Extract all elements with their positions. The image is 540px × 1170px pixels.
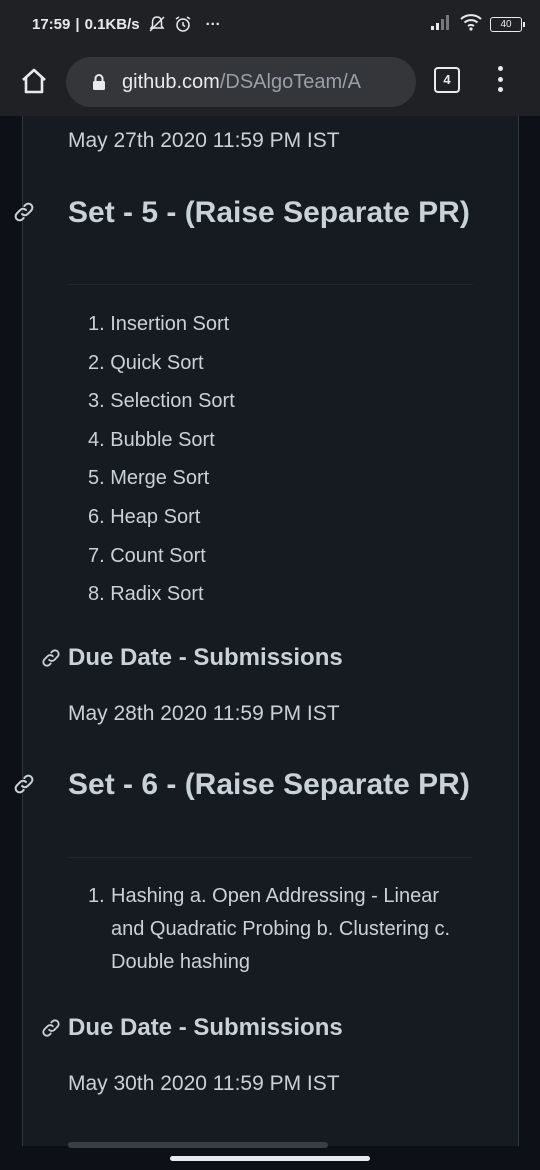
more-vert-icon[interactable] xyxy=(494,66,506,92)
link-icon[interactable] xyxy=(14,194,64,235)
gesture-bar[interactable] xyxy=(170,1156,370,1161)
link-icon[interactable] xyxy=(40,1017,62,1039)
list-item-number: 1. xyxy=(88,885,105,907)
network-speed: 0.1KB/s xyxy=(84,15,140,33)
set6-heading: Set - 6 - (Raise Separate PR) xyxy=(14,764,480,807)
home-icon[interactable] xyxy=(18,65,50,97)
list-item: 1. Insertion Sort xyxy=(88,313,230,335)
status-bar: 17:59 | 0.1KB/s ··· 40 xyxy=(0,0,540,48)
address-bar[interactable]: github.com/DSAlgoTeam/A xyxy=(66,57,416,107)
set6-heading-text: Set - 6 - (Raise Separate PR) xyxy=(68,768,470,801)
due-date-text: May 30th 2020 11:59 PM IST xyxy=(68,1072,340,1095)
url-host: github.com xyxy=(122,70,220,93)
list-item: 8. Radix Sort xyxy=(88,583,204,606)
url-path: /DSAlgoTeam/A xyxy=(219,70,362,93)
set6-list-item: 1. Hashing a. Open Addressing - Linear a… xyxy=(88,880,473,979)
due-date-text: May 27th 2020 11:59 PM IST xyxy=(68,129,340,152)
due-date-heading: Due Date - Submissions xyxy=(40,1014,343,1042)
tab-switcher-button[interactable]: 4 xyxy=(434,67,460,93)
battery-icon: 40 xyxy=(490,16,525,32)
list-item: 2. Quick Sort xyxy=(88,351,204,374)
signal-icon xyxy=(430,14,452,34)
list-item: 5. Merge Sort xyxy=(88,467,210,490)
list-item: 6. Heap Sort xyxy=(88,505,201,528)
set5-list: 1. Insertion Sort 2. Quick Sort 3. Selec… xyxy=(88,305,235,614)
status-separator: | xyxy=(75,15,80,33)
link-icon[interactable] xyxy=(14,766,64,807)
list-item-text: Hashing a. Open Addressing - Linear and … xyxy=(111,885,451,973)
next-heading-peek xyxy=(68,1142,328,1148)
more-notifications: ··· xyxy=(205,15,221,33)
divider xyxy=(68,857,473,858)
url-text: github.com/DSAlgoTeam/A xyxy=(122,71,361,94)
status-time: 17:59 xyxy=(32,15,71,33)
divider xyxy=(68,284,473,285)
due-date-text: May 28th 2020 11:59 PM IST xyxy=(68,702,340,725)
due-date-heading: Due Date - Submissions xyxy=(40,644,343,672)
list-item: 7. Count Sort xyxy=(88,544,206,567)
wifi-icon xyxy=(460,13,482,35)
set5-heading: Set - 5 - (Raise Separate PR) xyxy=(14,192,480,235)
readme-content xyxy=(22,116,519,1146)
link-icon[interactable] xyxy=(40,647,62,669)
due-date-heading-text: Due Date - Submissions xyxy=(68,1014,343,1041)
alarm-icon xyxy=(174,15,192,33)
mute-icon xyxy=(148,15,166,33)
set5-heading-text: Set - 5 - (Raise Separate PR) xyxy=(68,196,470,229)
due-date-heading-text: Due Date - Submissions xyxy=(68,644,343,671)
list-item: 3. Selection Sort xyxy=(88,390,235,413)
lock-icon xyxy=(92,73,106,91)
list-item: 4. Bubble Sort xyxy=(88,428,215,451)
